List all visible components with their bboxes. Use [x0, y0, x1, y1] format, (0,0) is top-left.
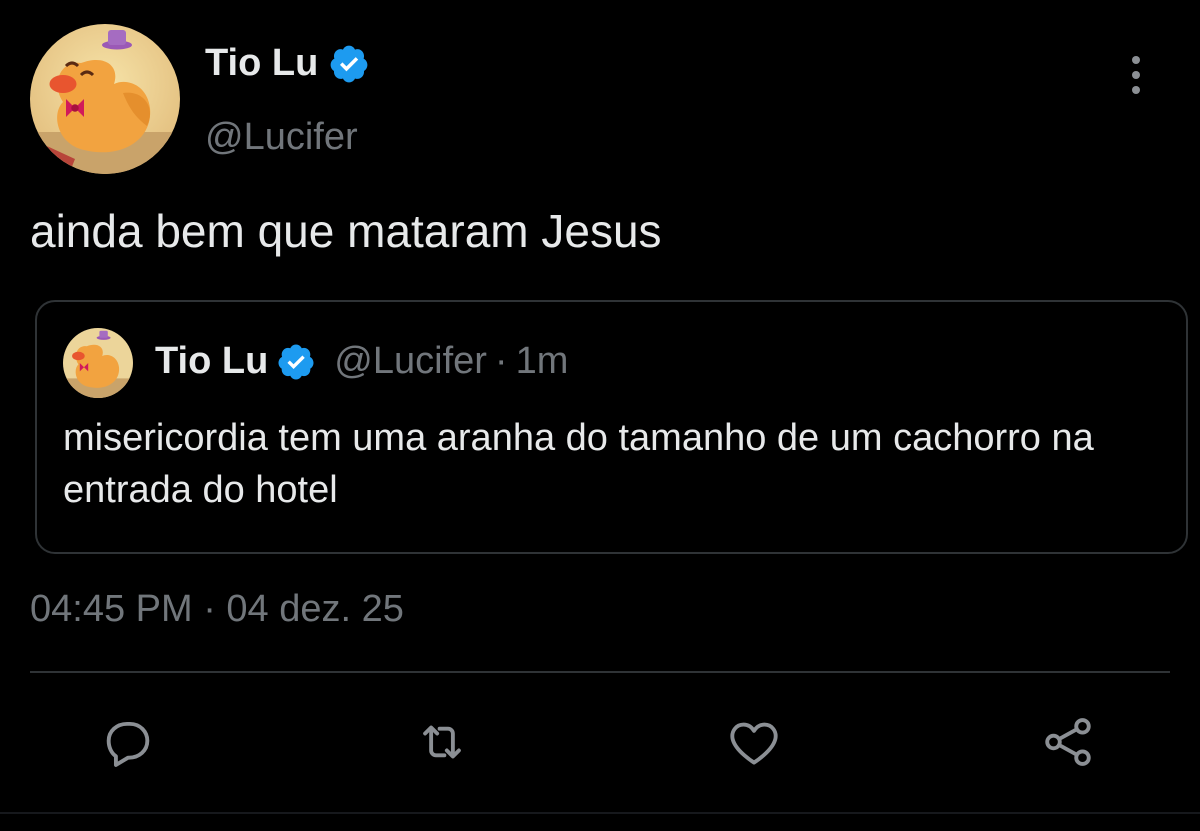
tweet-card: Tio Lu @Lucifer ainda bem que mataram Je… — [0, 0, 1200, 831]
bottom-divider — [0, 812, 1200, 814]
duck-avatar-image — [63, 328, 133, 398]
verified-badge-icon — [330, 45, 368, 82]
divider — [30, 671, 1170, 673]
retweet-button[interactable] — [410, 710, 474, 774]
quoted-author-handle: @Lucifer — [334, 340, 487, 382]
quoted-tweet-header: Tio Lu @Lucifer · 1m — [155, 340, 568, 383]
reply-button[interactable] — [96, 710, 160, 774]
quoted-author-name: Tio Lu — [155, 340, 269, 382]
like-button[interactable] — [722, 710, 786, 774]
vertical-dots-icon — [1132, 56, 1140, 94]
share-icon — [1045, 718, 1091, 766]
author-name-text: Tio Lu — [205, 42, 319, 84]
quoted-tweet-time: 1m — [515, 340, 569, 382]
more-options-button[interactable] — [1118, 52, 1154, 98]
quoted-tweet-text: misericordia tem uma aranha do tamanho d… — [63, 417, 1094, 511]
heart-icon — [730, 722, 778, 765]
tweet-timestamp[interactable]: 04:45 PM · 04 dez. 25 — [30, 588, 404, 631]
separator-dot: · — [494, 340, 508, 382]
duck-avatar-image — [30, 24, 180, 174]
share-button[interactable] — [1036, 710, 1100, 774]
quoted-author-avatar — [63, 328, 133, 398]
retweet-icon — [423, 725, 461, 759]
author-avatar[interactable] — [30, 24, 180, 174]
author-display-name[interactable]: Tio Lu — [205, 42, 370, 85]
author-handle[interactable]: @Lucifer — [205, 116, 358, 159]
quoted-tweet[interactable]: Tio Lu @Lucifer · 1m misericordia tem um… — [35, 300, 1188, 554]
verified-badge-icon — [278, 344, 314, 379]
tweet-text: ainda bem que mataram Jesus — [30, 205, 662, 257]
reply-icon — [106, 721, 150, 767]
